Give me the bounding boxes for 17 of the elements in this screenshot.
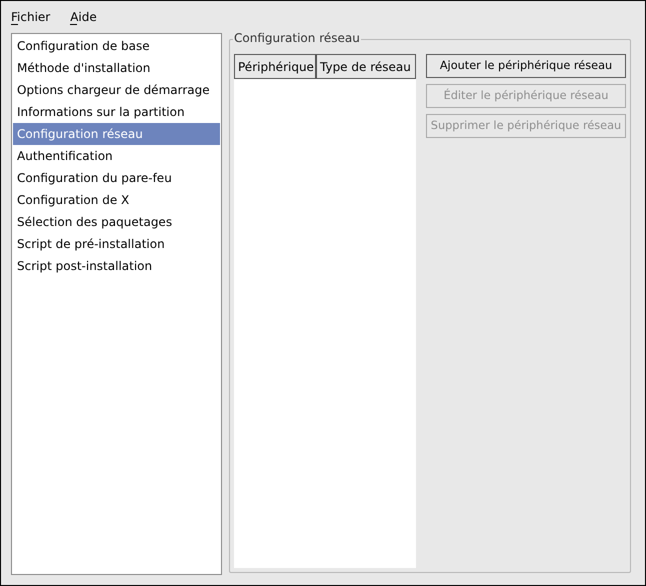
group-title: Configuration réseau: [233, 31, 361, 45]
sidebar-item[interactable]: Script de pré-installation: [13, 233, 220, 255]
menu-item[interactable]: Aide: [70, 8, 97, 26]
sidebar-item[interactable]: Configuration de X: [13, 189, 220, 211]
sidebar-item[interactable]: Options chargeur de démarrage: [13, 79, 220, 101]
sidebar-item[interactable]: Configuration de base: [13, 35, 220, 57]
sidebar-item[interactable]: Méthode d'installation: [13, 57, 220, 79]
action-button[interactable]: Ajouter le périphérique réseau: [426, 54, 626, 78]
sidebar-item[interactable]: Configuration réseau: [13, 123, 220, 145]
sidebar-item[interactable]: Sélection des paquetages: [13, 211, 220, 233]
sidebar-item[interactable]: Informations sur la partition: [13, 101, 220, 123]
sidebar-item[interactable]: Configuration du pare-feu: [13, 167, 220, 189]
menu-item[interactable]: Fichier: [11, 8, 50, 26]
sidebar-item[interactable]: Script post-installation: [13, 255, 220, 277]
column-header[interactable]: Type de réseau: [316, 54, 416, 79]
sidebar-item[interactable]: Authentification: [13, 145, 220, 167]
column-header[interactable]: Périphérique: [234, 54, 316, 79]
